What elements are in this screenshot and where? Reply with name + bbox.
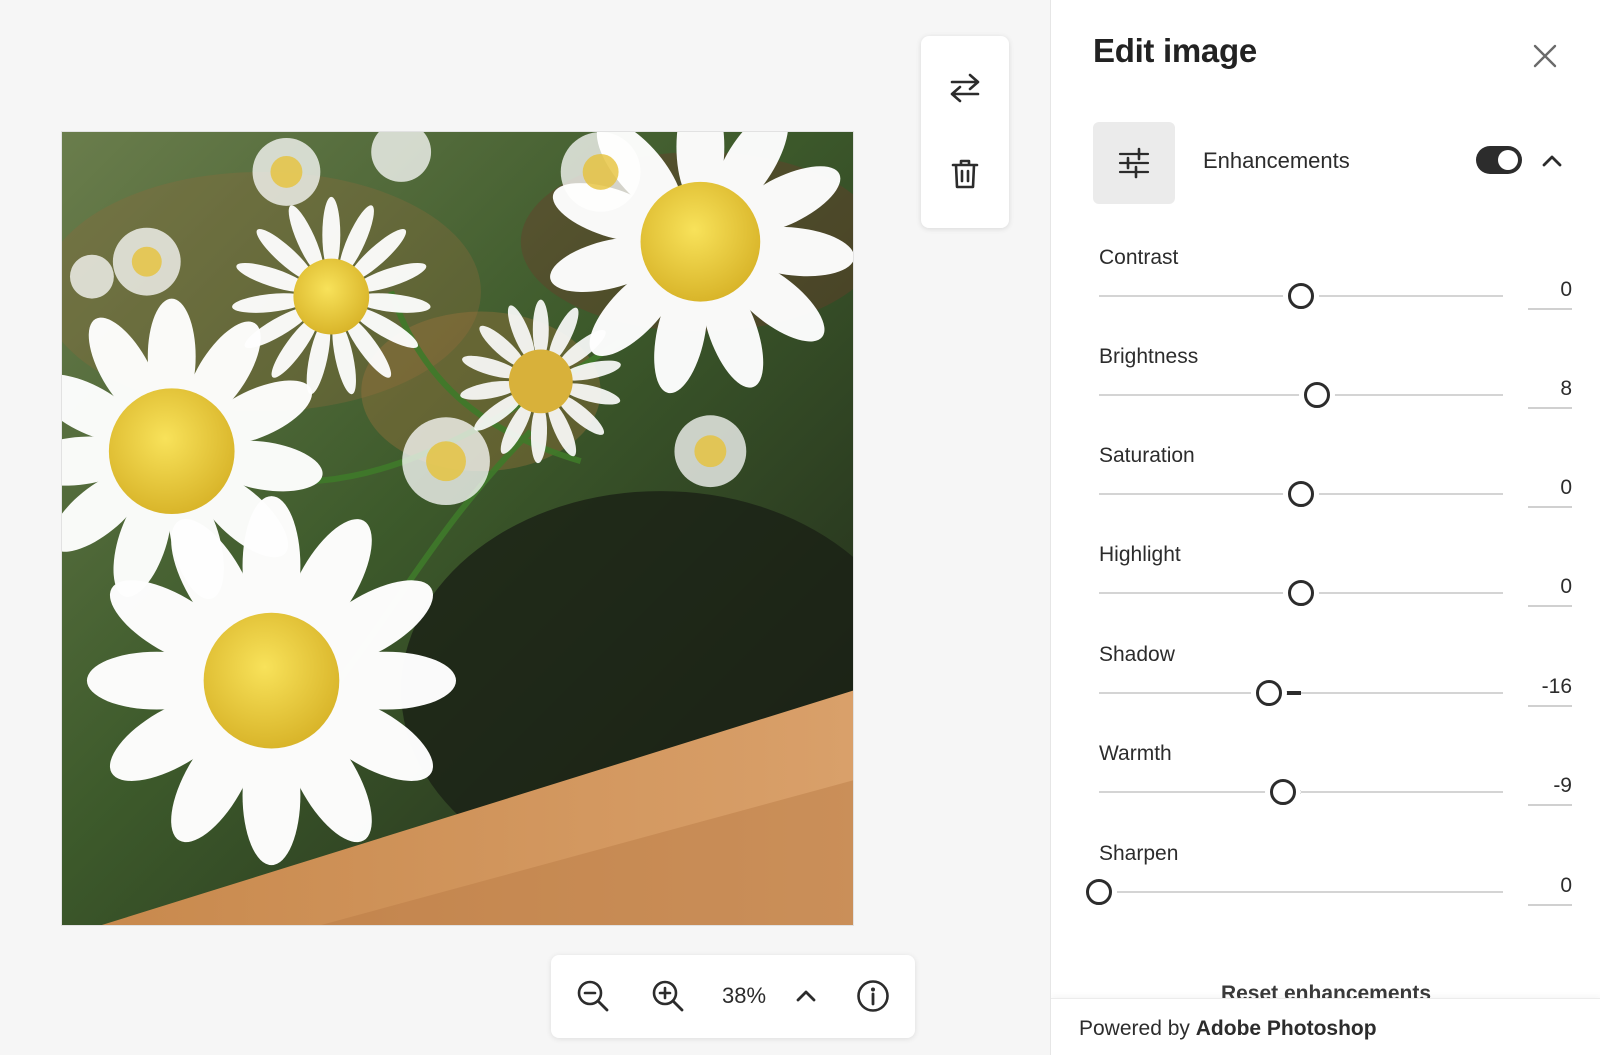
trash-icon [951, 159, 979, 189]
slider-handle[interactable] [1288, 283, 1314, 309]
zoom-out-icon [577, 980, 609, 1012]
highlight-value[interactable]: 0 [1528, 573, 1572, 607]
info-icon [857, 980, 889, 1012]
slider-handle[interactable] [1304, 382, 1331, 408]
contrast-slider[interactable] [1099, 283, 1503, 309]
saturation-slider[interactable] [1099, 481, 1503, 507]
slider-handle[interactable] [1288, 481, 1314, 507]
close-icon [1533, 44, 1557, 68]
powered-by-text: Powered by Adobe Photoshop [1079, 1017, 1377, 1041]
zoom-in-icon [652, 980, 684, 1012]
slider-handle[interactable] [1086, 879, 1112, 905]
slider-rail [1099, 692, 1503, 694]
slider-label: Sharpen [1099, 842, 1179, 865]
slider-contrast: Contrast 0 [1099, 246, 1579, 326]
slider-label: Saturation [1099, 444, 1195, 467]
slider-label: Brightness [1099, 345, 1199, 368]
swap-arrows-icon [950, 73, 980, 103]
shadow-slider[interactable] [1099, 680, 1503, 706]
warmth-slider[interactable] [1099, 779, 1503, 805]
slider-rail [1099, 791, 1503, 793]
sharpen-value[interactable]: 0 [1528, 872, 1572, 906]
contrast-value[interactable]: 0 [1528, 276, 1572, 310]
slider-rail [1099, 891, 1503, 893]
slider-highlight: Highlight 0 [1099, 543, 1579, 623]
sharpen-slider[interactable] [1086, 879, 1503, 905]
enhancements-label: Enhancements [1203, 148, 1350, 173]
edited-photo [61, 131, 854, 926]
delete-image-button[interactable] [937, 146, 993, 202]
image-info-button[interactable] [851, 974, 895, 1018]
panel-title: Edit image [1093, 32, 1257, 69]
shadow-value[interactable]: -16 [1528, 673, 1572, 707]
enhancements-section-icon [1093, 122, 1175, 204]
slider-label: Shadow [1099, 643, 1175, 666]
zoom-presets-button[interactable] [784, 974, 828, 1018]
slider-label: Contrast [1099, 246, 1179, 269]
panel-footer: Powered by Adobe Photoshop [1051, 998, 1600, 1055]
slider-handle[interactable] [1288, 580, 1314, 606]
powered-by-prefix: Powered by [1079, 1017, 1190, 1040]
slider-brightness: Brightness 8 [1099, 345, 1579, 425]
zoom-out-button[interactable] [571, 974, 615, 1018]
toggle-knob [1498, 150, 1518, 170]
enhancements-toggle[interactable] [1476, 146, 1522, 174]
slider-sharpen: Sharpen 0 [1086, 842, 1579, 922]
chevron-up-icon [1542, 155, 1562, 167]
powered-by-brand: Adobe Photoshop [1195, 1017, 1377, 1040]
image-actions-toolbar [921, 36, 1009, 228]
slider-handle[interactable] [1269, 779, 1296, 805]
replace-image-button[interactable] [937, 60, 993, 116]
edit-image-panel: Edit image Enhancements Contrast 0 Brigh… [1050, 0, 1600, 1055]
slider-shadow: Shadow -16 [1099, 643, 1579, 723]
canvas-area: 38% [0, 0, 1050, 1055]
close-button[interactable] [1527, 38, 1563, 74]
slider-warmth: Warmth -9 [1099, 742, 1579, 822]
daisies-photo-illustration [62, 132, 853, 925]
collapse-enhancements-button[interactable] [1537, 146, 1567, 176]
chevron-up-icon [796, 990, 816, 1002]
saturation-value[interactable]: 0 [1528, 474, 1572, 508]
zoom-level: 38% [721, 983, 767, 1008]
brightness-value[interactable]: 8 [1528, 375, 1572, 409]
warmth-value[interactable]: -9 [1528, 772, 1572, 806]
sliders-icon [1118, 147, 1150, 179]
slider-handle[interactable] [1255, 680, 1282, 706]
slider-label: Warmth [1099, 742, 1172, 765]
zoom-in-button[interactable] [646, 974, 690, 1018]
slider-label: Highlight [1099, 543, 1181, 566]
zoom-controls: 38% [551, 955, 915, 1038]
brightness-slider[interactable] [1099, 382, 1503, 408]
highlight-slider[interactable] [1099, 580, 1503, 606]
slider-saturation: Saturation 0 [1099, 444, 1579, 524]
